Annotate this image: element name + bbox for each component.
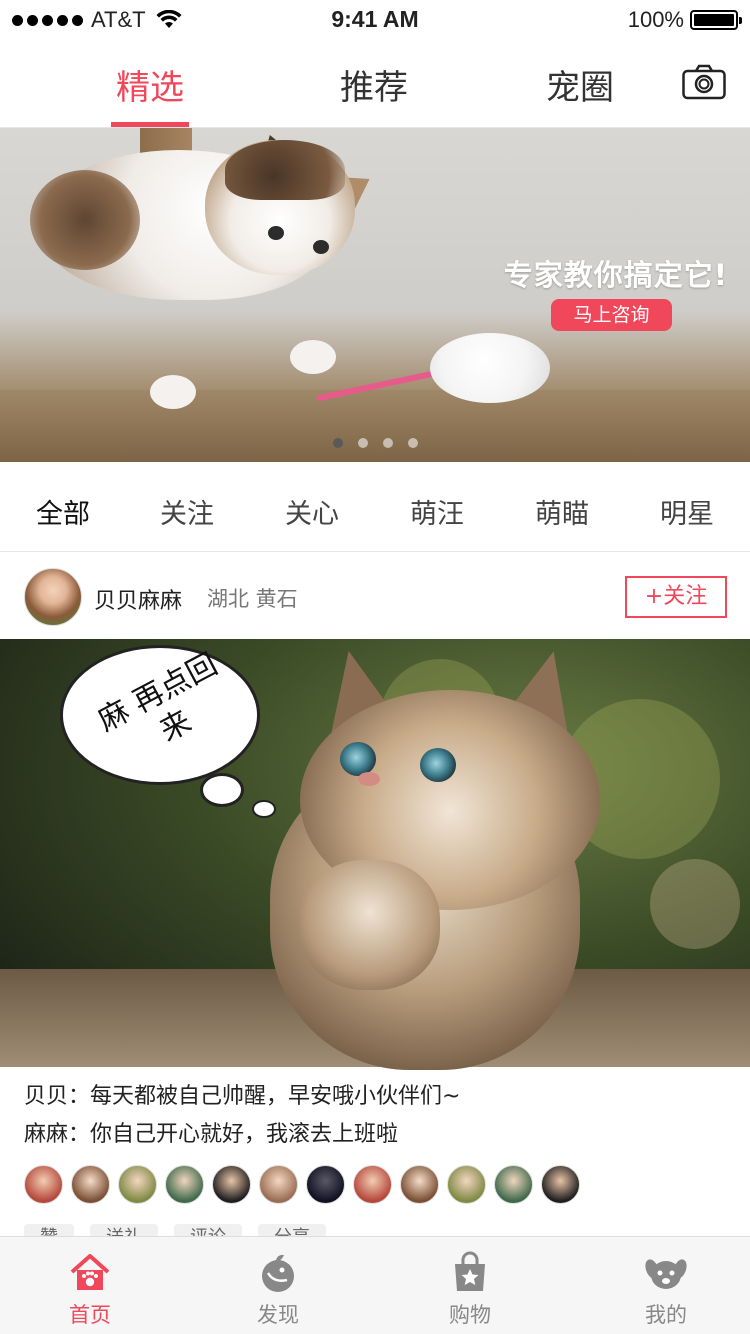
nav-home-label: 首页 (69, 1303, 111, 1327)
category-cats[interactable]: 萌瞄 (535, 492, 589, 531)
liker-avatar[interactable] (118, 1165, 157, 1204)
battery-icon (690, 10, 742, 30)
liker-avatar[interactable] (541, 1165, 580, 1204)
follow-button[interactable]: +关注 (625, 576, 727, 618)
banner-pager[interactable] (333, 438, 418, 448)
bottom-nav: 首页 发现 购物 我的 (0, 1236, 750, 1334)
liker-avatar[interactable] (400, 1165, 439, 1204)
liker-avatar[interactable] (71, 1165, 110, 1204)
nav-profile[interactable]: 我的 (606, 1237, 726, 1334)
pager-dot-2[interactable] (358, 438, 368, 448)
home-icon (70, 1254, 110, 1290)
pager-dot-1[interactable] (333, 438, 343, 448)
active-tab-indicator (111, 122, 189, 127)
post-caption: 贝贝：每天都被自己帅醒，早安哦小伙伴们~ 麻麻：你自己开心就好，我滚去上班啦 (24, 1078, 724, 1154)
status-bar: AT&T 9:41 AM 100% (0, 0, 750, 40)
nav-shopping-label: 购物 (449, 1303, 491, 1327)
post-header: 贝贝麻麻 湖北 黄石 +关注 (0, 553, 750, 639)
shopping-bag-icon (455, 1251, 485, 1291)
caption-line-1: 贝贝：每天都被自己帅醒，早安哦小伙伴们~ (24, 1084, 461, 1109)
liker-avatars (24, 1165, 580, 1204)
nav-discover-label: 发现 (257, 1303, 299, 1327)
thought-puff-large (200, 773, 244, 807)
post-user-name[interactable]: 贝贝麻麻 (94, 583, 182, 615)
category-stars[interactable]: 明星 (660, 492, 714, 531)
banner-headline: 专家教你搞定它! (503, 258, 728, 292)
liker-avatar[interactable] (447, 1165, 486, 1204)
category-bar: 全部 关注 关心 萌汪 萌瞄 明星 (0, 462, 750, 552)
nav-shopping[interactable]: 购物 (410, 1237, 530, 1334)
caption-line-2: 麻麻：你自己开心就好，我滚去上班啦 (24, 1122, 399, 1147)
category-dogs[interactable]: 萌汪 (410, 492, 464, 531)
banner-consult-button[interactable]: 马上咨询 (551, 299, 672, 331)
tab-pet-circle[interactable]: 宠圈 (546, 60, 614, 109)
liker-avatar[interactable] (24, 1165, 63, 1204)
nav-discover[interactable]: 发现 (218, 1237, 338, 1334)
pager-dot-3[interactable] (383, 438, 393, 448)
top-tab-bar: 精选 推荐 宠圈 (0, 40, 750, 128)
category-following[interactable]: 关注 (160, 492, 214, 531)
banner-image-floor (0, 390, 750, 462)
post-location: 湖北 黄石 (207, 587, 298, 611)
liker-avatar[interactable] (212, 1165, 251, 1204)
nav-home[interactable]: 首页 (30, 1237, 150, 1334)
tab-recommended[interactable]: 推荐 (340, 60, 408, 109)
liker-avatar[interactable] (165, 1165, 204, 1204)
category-care[interactable]: 关心 (285, 492, 339, 531)
liker-avatar[interactable] (494, 1165, 533, 1204)
liker-avatar[interactable] (259, 1165, 298, 1204)
battery-percent: 100% (627, 7, 684, 32)
pager-dot-4[interactable] (408, 438, 418, 448)
category-all[interactable]: 全部 (36, 492, 90, 531)
camera-icon[interactable] (682, 64, 726, 100)
thought-puff-small (252, 800, 276, 818)
liker-avatar[interactable] (353, 1165, 392, 1204)
avatar[interactable] (24, 568, 82, 626)
discover-icon (262, 1254, 294, 1292)
tab-featured[interactable]: 精选 (116, 60, 184, 109)
profile-dog-icon (645, 1259, 687, 1289)
nav-profile-label: 我的 (645, 1303, 687, 1327)
liker-avatar[interactable] (306, 1165, 345, 1204)
battery-info: 100% (627, 7, 742, 33)
